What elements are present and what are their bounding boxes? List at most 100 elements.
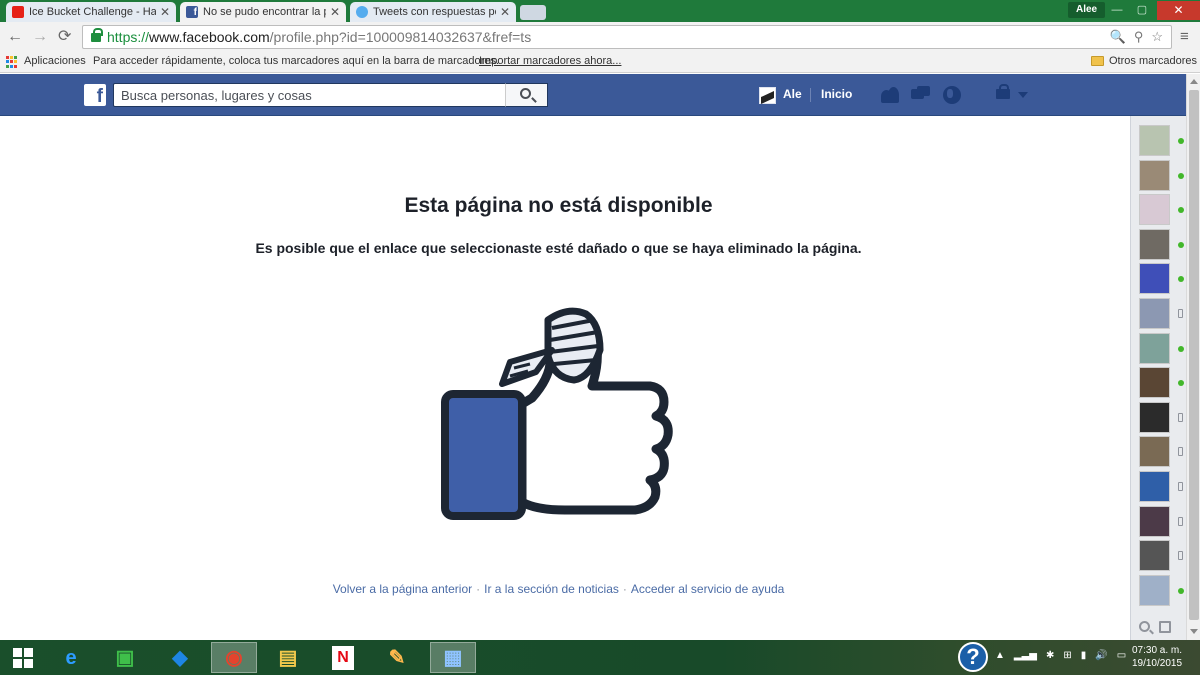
privacy-shortcuts-icon[interactable] [996,84,1010,99]
chat-friend-avatar[interactable] [1139,159,1170,191]
mobile-status-icon [1178,516,1183,526]
link-separator: · [476,582,481,596]
zoom-icon[interactable]: 🔍 [1110,29,1126,45]
volume-icon[interactable]: 🔊 [1095,650,1107,661]
file-explorer-taskbar-button[interactable]: ▤ [265,642,311,673]
chat-friend-avatar[interactable] [1139,298,1170,329]
online-status-icon [1178,587,1184,594]
profile-link[interactable]: Ale [783,87,802,101]
chat-friend-avatar[interactable] [1139,401,1170,433]
netflix-taskbar-button[interactable]: N [320,642,366,673]
apps-bookmark[interactable]: Aplicaciones [24,55,86,67]
tab-title: Ice Bucket Challenge - Ha [29,6,156,18]
help-links: Volver a la página anterior · Ir a la secc… [0,582,1117,596]
chrome-menu-icon[interactable]: ≡ [1180,28,1189,45]
store-taskbar-button[interactable]: ▣ [102,642,148,673]
battery-icon[interactable]: ▮ [1081,650,1087,661]
chat-footer [1139,621,1171,633]
clock-time: 07:30 a. m. [1131,645,1183,656]
windows-flag-icon[interactable]: ⊞ [1063,650,1071,661]
tab-youtube[interactable]: Ice Bucket Challenge - Ha ✕ [6,2,176,22]
facebook-search-input[interactable]: Busca personas, lugares y cosas [113,83,548,107]
online-status-icon [1178,345,1184,352]
close-window-button[interactable]: ✕ [1157,1,1200,20]
scroll-down-icon[interactable] [1190,629,1198,634]
netflix-icon: N [332,645,354,670]
back-button[interactable]: ← [7,28,23,46]
online-status-icon [1178,276,1184,283]
up-arrow-icon[interactable]: ▲ [995,650,1005,661]
online-status-icon [1178,241,1184,248]
chat-friend-avatar[interactable] [1139,574,1170,606]
search-button[interactable] [505,83,548,107]
tab-close-icon[interactable]: ✕ [160,5,170,19]
star-icon[interactable]: ☆ [1151,29,1163,45]
file-explorer-icon: ▤ [278,646,298,669]
tab-facebook[interactable]: f No se pudo encontrar la p ✕ [180,2,346,22]
link-separator: · [622,582,627,596]
chat-friend-avatar[interactable] [1139,332,1170,364]
tab-close-icon[interactable]: ✕ [330,5,340,19]
remote-desktop-taskbar-button[interactable]: ▦ [430,642,476,673]
system-clock[interactable]: 07:30 a. m. 19/10/2015 [1122,644,1192,670]
news-feed-link[interactable]: Ir a la sección de noticias [484,582,619,596]
chat-friend-avatar[interactable] [1139,540,1170,572]
minimize-button[interactable]: — [1105,2,1129,18]
url-host: www.facebook.com [149,29,270,45]
dropbox-taskbar-button[interactable]: ◆ [157,642,203,673]
help-center-link[interactable]: Acceder al servicio de ayuda [631,582,784,596]
scroll-thumb[interactable] [1189,90,1199,620]
signal-icon[interactable]: ▂▃▅ [1014,650,1037,661]
chat-friend-avatar[interactable] [1139,125,1170,156]
online-status-icon [1178,380,1184,387]
import-bookmarks-link[interactable]: Importar marcadores ahora... [479,55,621,67]
messages-icon[interactable] [911,86,930,104]
notifications-globe-icon[interactable] [943,86,961,104]
chat-search-icon[interactable] [1139,621,1150,632]
friend-requests-icon[interactable] [881,86,899,104]
online-status-icon [1178,172,1184,179]
chat-friend-avatar[interactable] [1139,194,1170,226]
sync-icon[interactable]: ✱ [1046,650,1054,661]
page-scrollbar[interactable] [1186,74,1200,640]
windows-logo-icon [13,647,33,668]
windows-taskbar: ? ▲ ▂▃▅ ✱ ⊞ ▮ 🔊 ▭ 07:30 a. m. 19/10/2015 e ▣ ◆ ◉ ▤… [0,640,1200,675]
mobile-status-icon [1178,447,1183,457]
account-menu-arrow-icon[interactable] [1018,92,1028,98]
youtube-icon [12,6,24,18]
tab-twitter[interactable]: Tweets con respuestas po ✕ [350,2,516,22]
chat-friend-avatar[interactable] [1139,228,1170,260]
internet-explorer-taskbar-button[interactable]: e [48,642,94,673]
avatar[interactable] [759,87,776,104]
puzzle-icon[interactable]: ⚲ [1134,29,1144,45]
new-message-icon[interactable] [1159,621,1171,633]
other-bookmarks[interactable]: Otros marcadores [1109,55,1197,67]
chat-friend-avatar[interactable] [1139,471,1170,502]
bookmarks-bar: Aplicaciones Para acceder rápidamente, c… [0,52,1200,73]
scroll-up-icon[interactable] [1190,79,1198,84]
home-link[interactable]: Inicio [821,87,852,101]
tab-close-icon[interactable]: ✕ [500,5,510,19]
browser-toolbar: ← → ⟳ https:// www.facebook.com /profile… [0,22,1200,52]
reload-button[interactable]: ⟳ [58,28,71,46]
maximize-button[interactable]: ▢ [1130,2,1154,18]
url-path: /profile.php?id=100009814032637&fref=ts [269,29,532,45]
lock-icon [91,27,103,42]
chrome-taskbar-button[interactable]: ◉ [211,642,257,673]
search-icon [520,88,531,99]
chat-friend-avatar[interactable] [1139,263,1170,295]
apps-icon[interactable] [6,56,18,68]
profile-user-button[interactable]: Alee [1068,2,1106,18]
help-icon[interactable]: ? [958,642,988,672]
address-bar[interactable]: https:// www.facebook.com /profile.php?i… [82,25,1172,49]
new-tab-button[interactable] [520,5,546,20]
chat-friend-avatar[interactable] [1139,436,1170,468]
paint-taskbar-button[interactable]: ✎ [374,642,420,673]
chrome-icon: ◉ [225,646,243,669]
forward-button[interactable]: → [32,28,48,46]
start-button[interactable] [0,642,46,673]
facebook-logo-icon[interactable]: f [84,84,106,107]
chat-friend-avatar[interactable] [1139,367,1170,399]
back-link[interactable]: Volver a la página anterior [333,582,472,596]
chat-friend-avatar[interactable] [1139,505,1170,537]
